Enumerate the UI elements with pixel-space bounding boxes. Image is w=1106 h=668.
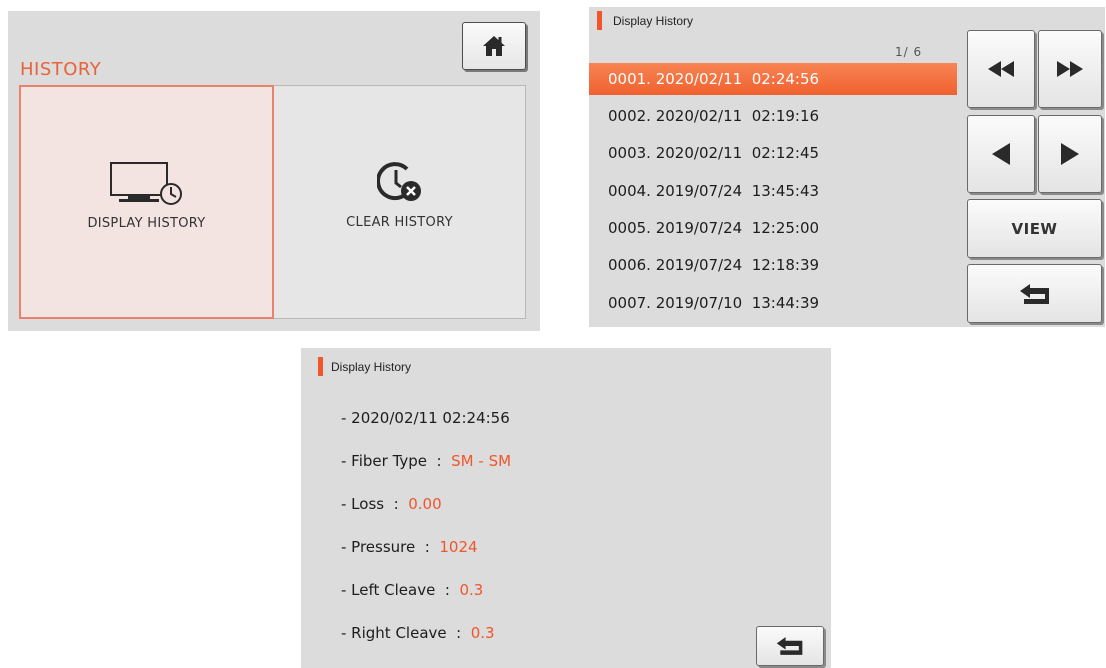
left-arrow-icon (992, 143, 1010, 165)
last-page-button[interactable] (1038, 30, 1102, 108)
right-cleave-value: 0.3 (470, 624, 495, 642)
screen-header: Display History (331, 360, 412, 374)
clear-history-button[interactable]: CLEAR HISTORY (274, 85, 526, 319)
pressure-label: - Pressure : (341, 538, 440, 556)
home-icon (483, 36, 505, 56)
loss-row: - Loss : 0.00 (341, 495, 442, 513)
first-page-button[interactable] (967, 30, 1035, 108)
return-arrow-icon (776, 637, 803, 655)
record-datetime: - 2020/02/11 02:24:56 (341, 409, 510, 427)
screen-header: Display History (613, 14, 694, 28)
left-cleave-label: - Left Cleave : (341, 581, 460, 599)
history-row[interactable]: 0002. 2020/02/11 02:19:16 (589, 100, 957, 132)
display-history-label: DISPLAY HISTORY (87, 216, 206, 231)
history-row[interactable]: 0004. 2019/07/24 13:45:43 (589, 175, 957, 207)
page-title: HISTORY (20, 59, 102, 80)
right-cleave-label: - Right Cleave : (341, 624, 471, 642)
fiber-type-value: SM - SM (451, 452, 512, 470)
fiber-type-row: - Fiber Type : SM - SM (341, 452, 511, 470)
double-left-arrow-icon (988, 61, 1014, 77)
back-button[interactable] (756, 626, 824, 666)
history-row[interactable]: 0001. 2020/02/11 02:24:56 (589, 63, 957, 95)
back-button[interactable] (967, 264, 1102, 323)
history-row[interactable]: 0005. 2019/07/24 12:25:00 (589, 212, 957, 244)
history-row[interactable]: 0007. 2019/07/10 13:44:39 (589, 287, 957, 319)
double-right-arrow-icon (1057, 61, 1083, 77)
monitor-clock-icon (109, 162, 184, 210)
history-detail-screen: Display History - 2020/02/11 02:24:56 - … (301, 348, 831, 668)
right-arrow-icon (1061, 143, 1079, 165)
header-accent-bar (597, 11, 602, 30)
history-row[interactable]: 0003. 2020/02/11 02:12:45 (589, 137, 957, 169)
history-menu-screen: HISTORY DISPLAY HISTORY CLEAR HISTORY (8, 11, 540, 331)
next-page-button[interactable] (1038, 115, 1102, 193)
return-arrow-icon (1019, 283, 1049, 304)
clear-history-label: CLEAR HISTORY (346, 215, 453, 230)
left-cleave-value: 0.3 (459, 581, 484, 599)
pressure-value: 1024 (439, 538, 478, 556)
header-accent-bar (318, 357, 323, 376)
history-list-screen: Display History 1/ 6 0001. 2020/02/11 02… (589, 7, 1105, 327)
loss-value: 0.00 (408, 495, 442, 513)
loss-label: - Loss : (341, 495, 409, 513)
page-indicator: 1/ 6 (895, 45, 923, 59)
fiber-type-label: - Fiber Type : (341, 452, 452, 470)
history-row[interactable]: 0006. 2019/07/24 12:18:39 (589, 249, 957, 281)
home-button[interactable] (462, 22, 526, 70)
left-cleave-row: - Left Cleave : 0.3 (341, 581, 483, 599)
pressure-row: - Pressure : 1024 (341, 538, 478, 556)
clock-delete-icon (375, 161, 423, 207)
right-cleave-row: - Right Cleave : 0.3 (341, 624, 495, 642)
view-button[interactable]: VIEW (967, 199, 1102, 258)
previous-page-button[interactable] (967, 115, 1035, 193)
display-history-button[interactable]: DISPLAY HISTORY (19, 85, 274, 319)
